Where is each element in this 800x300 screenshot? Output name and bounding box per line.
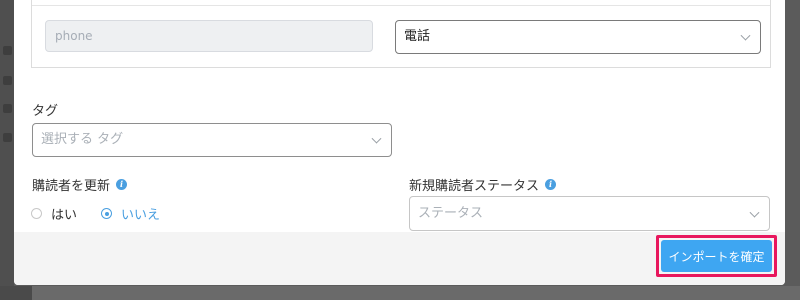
update-subscribers-label: 購読者を更新 i: [32, 175, 128, 194]
backdrop-bottom: [0, 286, 800, 300]
sidebar-user-icon: [3, 46, 12, 55]
update-subscribers-radio-group: はい いいえ: [31, 204, 184, 223]
radio-unchecked-icon[interactable]: [31, 208, 42, 219]
radio-option-yes[interactable]: はい: [31, 204, 77, 223]
tags-select[interactable]: 選択する タグ: [32, 123, 392, 157]
confirm-import-button[interactable]: インポートを確定: [661, 240, 772, 272]
import-modal: phone 電話 タグ 選択する タグ 購読者を更新 i はい いいえ 新規購読…: [14, 0, 785, 285]
radio-label-yes: はい: [51, 208, 78, 223]
source-field-input[interactable]: phone: [45, 20, 373, 52]
status-placeholder: ステータス: [418, 206, 484, 221]
chevron-down-icon: [371, 133, 382, 144]
sidebar-help-icon: [3, 133, 12, 142]
chevron-down-icon: [749, 207, 760, 218]
modal-footer: インポートを確定: [14, 232, 785, 285]
backdrop-sidebar: [0, 0, 14, 300]
new-subscriber-status-label: 新規購読者ステータス i: [409, 175, 557, 194]
status-select[interactable]: ステータス: [409, 196, 770, 231]
tags-label: タグ: [32, 104, 59, 119]
new-subscriber-status-text: 新規購読者ステータス: [409, 179, 540, 194]
sidebar-doc-icon: [3, 104, 12, 113]
backdrop-bottom-dark: [0, 286, 32, 300]
radio-checked-icon[interactable]: [101, 208, 113, 219]
radio-option-no[interactable]: いいえ: [101, 204, 160, 223]
tags-placeholder: 選択する タグ: [41, 132, 124, 147]
target-field-select[interactable]: 電話: [395, 20, 761, 54]
sidebar-link-icon: [3, 76, 12, 85]
radio-label-no: いいえ: [121, 208, 161, 223]
target-field-value: 電話: [404, 29, 431, 44]
update-subscribers-text: 購読者を更新: [32, 179, 111, 194]
info-icon[interactable]: i: [116, 179, 128, 190]
chevron-down-icon: [740, 30, 751, 41]
info-icon[interactable]: i: [545, 179, 557, 190]
